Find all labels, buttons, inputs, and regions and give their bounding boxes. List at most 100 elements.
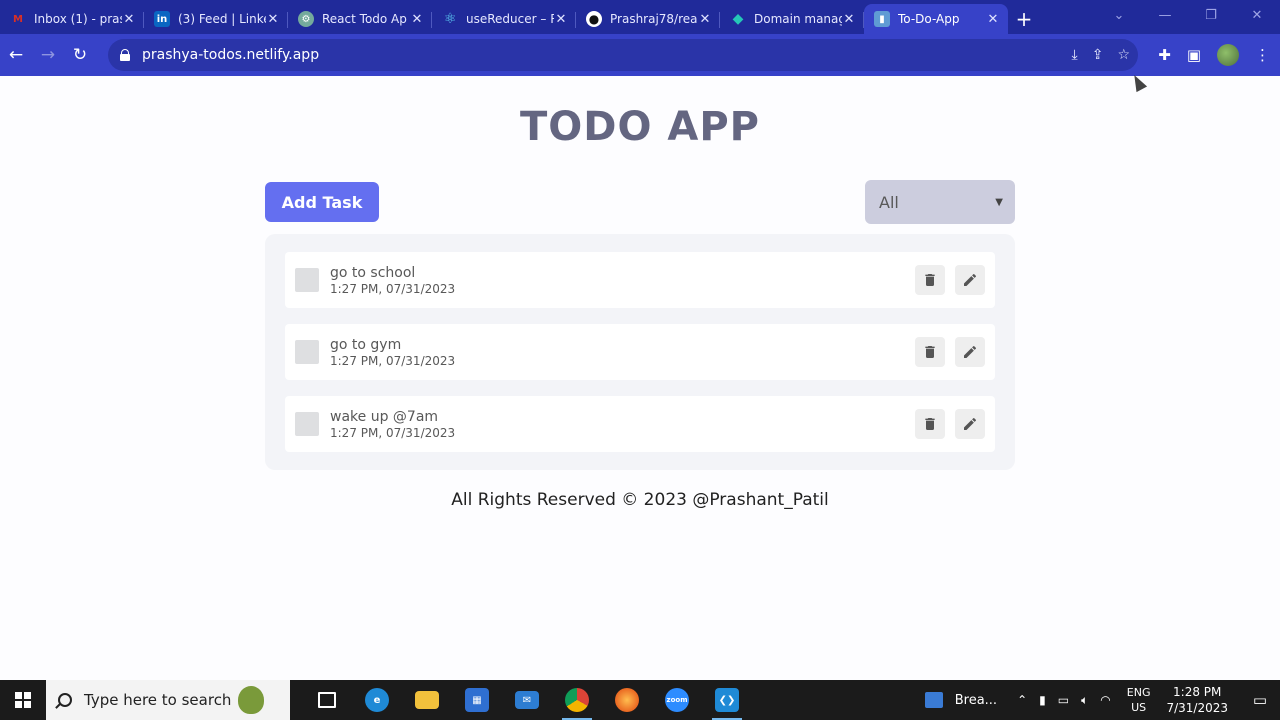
page-footer: All Rights Reserved © 2023 @Prashant_Pat… [451, 490, 829, 510]
extensions-puzzle-icon[interactable]: ✚ [1158, 46, 1171, 64]
notifications-icon[interactable]: ▭ [1240, 691, 1280, 709]
browser-menu-icon[interactable]: ⋮ [1255, 46, 1270, 64]
mail-app[interactable]: ✉ [502, 680, 552, 720]
wifi-icon[interactable]: ◠ [1100, 693, 1110, 707]
url-text[interactable]: prashya-todos.netlify.app [142, 47, 319, 63]
file-explorer-app[interactable] [402, 680, 452, 720]
forward-icon[interactable]: → [32, 39, 64, 71]
linkedin-icon: in [154, 11, 170, 27]
tab-title: (3) Feed | Linke [178, 12, 266, 26]
close-tab-icon[interactable]: ✕ [554, 12, 568, 27]
pencil-icon [964, 417, 977, 430]
github-icon: ● [586, 11, 602, 27]
firefox-icon [615, 688, 639, 712]
store-app[interactable]: ▦ [452, 680, 502, 720]
minimize-icon[interactable]: — [1142, 0, 1188, 30]
todo-checkbox[interactable] [295, 340, 319, 364]
zoom-app[interactable]: zoom [652, 680, 702, 720]
close-tab-icon[interactable]: ✕ [698, 12, 712, 27]
news-widget[interactable]: Brea... [924, 692, 998, 708]
address-bar[interactable]: prashya-todos.netlify.app ⤓ ⇪ ☆ [108, 39, 1138, 71]
start-button[interactable] [0, 680, 46, 720]
tab-title: React Todo Ap [322, 12, 407, 26]
pencil-icon [964, 345, 977, 358]
edit-task-button[interactable] [955, 337, 985, 367]
taskbar-search-box[interactable]: Type here to search [46, 680, 290, 720]
taskbar-apps: e ▦ ✉ zoom ❮❯ [302, 680, 752, 720]
volume-icon[interactable]: 🔈︎ [1081, 693, 1088, 708]
reload-icon[interactable]: ↻ [64, 39, 96, 71]
clock[interactable]: 1:28 PM 7/31/2023 [1166, 684, 1228, 716]
edge-icon: e [365, 688, 389, 712]
chevron-down-icon: ▼ [995, 196, 1003, 208]
add-task-button[interactable]: Add Task [265, 182, 379, 222]
region-code: US [1131, 701, 1147, 714]
close-tab-icon[interactable]: ✕ [266, 12, 280, 27]
share-icon[interactable]: ⇪ [1092, 47, 1104, 63]
close-tab-icon[interactable]: ✕ [986, 12, 1000, 27]
todo-checkbox[interactable] [295, 412, 319, 436]
browser-tab-react-todo[interactable]: ⚙ React Todo Ap ✕ [288, 4, 432, 34]
tab-title: Prashraj78/rea [610, 12, 698, 26]
browser-tab-gmail[interactable]: M Inbox (1) - pras ✕ [0, 4, 144, 34]
edit-task-button[interactable] [955, 265, 985, 295]
battery-icon[interactable]: ▭ [1058, 693, 1069, 707]
close-tab-icon[interactable]: ✕ [122, 12, 136, 27]
vscode-icon: ❮❯ [715, 688, 739, 712]
todo-title: go to gym [330, 336, 402, 353]
delete-task-button[interactable] [915, 409, 945, 439]
restore-icon[interactable]: ❐ [1188, 0, 1234, 30]
delete-task-button[interactable] [915, 337, 945, 367]
browser-tab-netlify[interactable]: ◆ Domain manag ✕ [720, 4, 864, 34]
chrome-icon [565, 688, 589, 712]
firefox-app[interactable] [602, 680, 652, 720]
windows-taskbar: Type here to search e ▦ ✉ zoom ❮❯ Brea..… [0, 680, 1280, 720]
lock-icon[interactable] [120, 49, 130, 61]
vscode-app[interactable]: ❮❯ [702, 680, 752, 720]
todo-list: go to school 1:27 PM, 07/31/2023 go to g… [265, 234, 1015, 470]
chrome-app[interactable] [552, 680, 602, 720]
bookmark-star-icon[interactable]: ☆ [1117, 47, 1130, 63]
browser-actions: ✚ ▣ ⋮ [1158, 34, 1270, 76]
windows-logo-icon [15, 692, 31, 708]
page-title: TODO APP [519, 104, 760, 150]
page-icon: ▮ [874, 11, 890, 27]
install-app-icon[interactable]: ⤓ [1072, 47, 1078, 63]
browser-tab-todo-app[interactable]: ▮ To-Do-App ✕ [864, 4, 1008, 34]
profile-avatar[interactable] [1217, 44, 1239, 66]
tab-title: Domain manag [754, 12, 842, 26]
todo-time: 1:27 PM, 07/31/2023 [330, 281, 456, 296]
trash-icon [925, 274, 935, 286]
edge-app[interactable]: e [352, 680, 402, 720]
search-placeholder: Type here to search [84, 691, 232, 709]
edit-task-button[interactable] [955, 409, 985, 439]
tab-title: To-Do-App [898, 12, 960, 26]
zoom-icon: zoom [665, 688, 689, 712]
news-icon [924, 692, 943, 708]
language-code: ENG [1126, 686, 1151, 699]
close-tab-icon[interactable]: ✕ [410, 12, 424, 27]
back-icon[interactable]: ← [0, 39, 32, 71]
browser-tab-github[interactable]: ● Prashraj78/rea ✕ [576, 4, 720, 34]
tab-search-icon[interactable]: ⌄ [1096, 0, 1142, 30]
microphone-icon[interactable]: ▮ [1039, 693, 1046, 707]
todo-item: go to gym 1:27 PM, 07/31/2023 [285, 324, 995, 380]
delete-task-button[interactable] [915, 265, 945, 295]
browser-tab-usereducer[interactable]: ⚛ useReducer – R ✕ [432, 4, 576, 34]
status-filter-select[interactable]: All ▼ [865, 180, 1015, 224]
pencil-icon [964, 273, 977, 286]
close-tab-icon[interactable]: ✕ [842, 12, 856, 27]
close-window-icon[interactable]: ✕ [1234, 0, 1280, 30]
task-view-button[interactable] [302, 680, 352, 720]
todo-checkbox[interactable] [295, 268, 319, 292]
chevron-up-icon[interactable]: ⌃ [1017, 693, 1027, 707]
store-icon: ▦ [465, 688, 489, 712]
new-tab-button[interactable]: + [1008, 4, 1040, 34]
language-indicator[interactable]: ENG US [1127, 685, 1151, 715]
side-panel-icon[interactable]: ▣ [1187, 46, 1201, 64]
news-text: Brea... [954, 692, 998, 708]
clock-date: 7/31/2023 [1166, 701, 1228, 715]
folder-icon [415, 691, 439, 709]
browser-tab-linkedin[interactable]: in (3) Feed | Linke ✕ [144, 4, 288, 34]
todo-title: wake up @7am [330, 408, 439, 425]
